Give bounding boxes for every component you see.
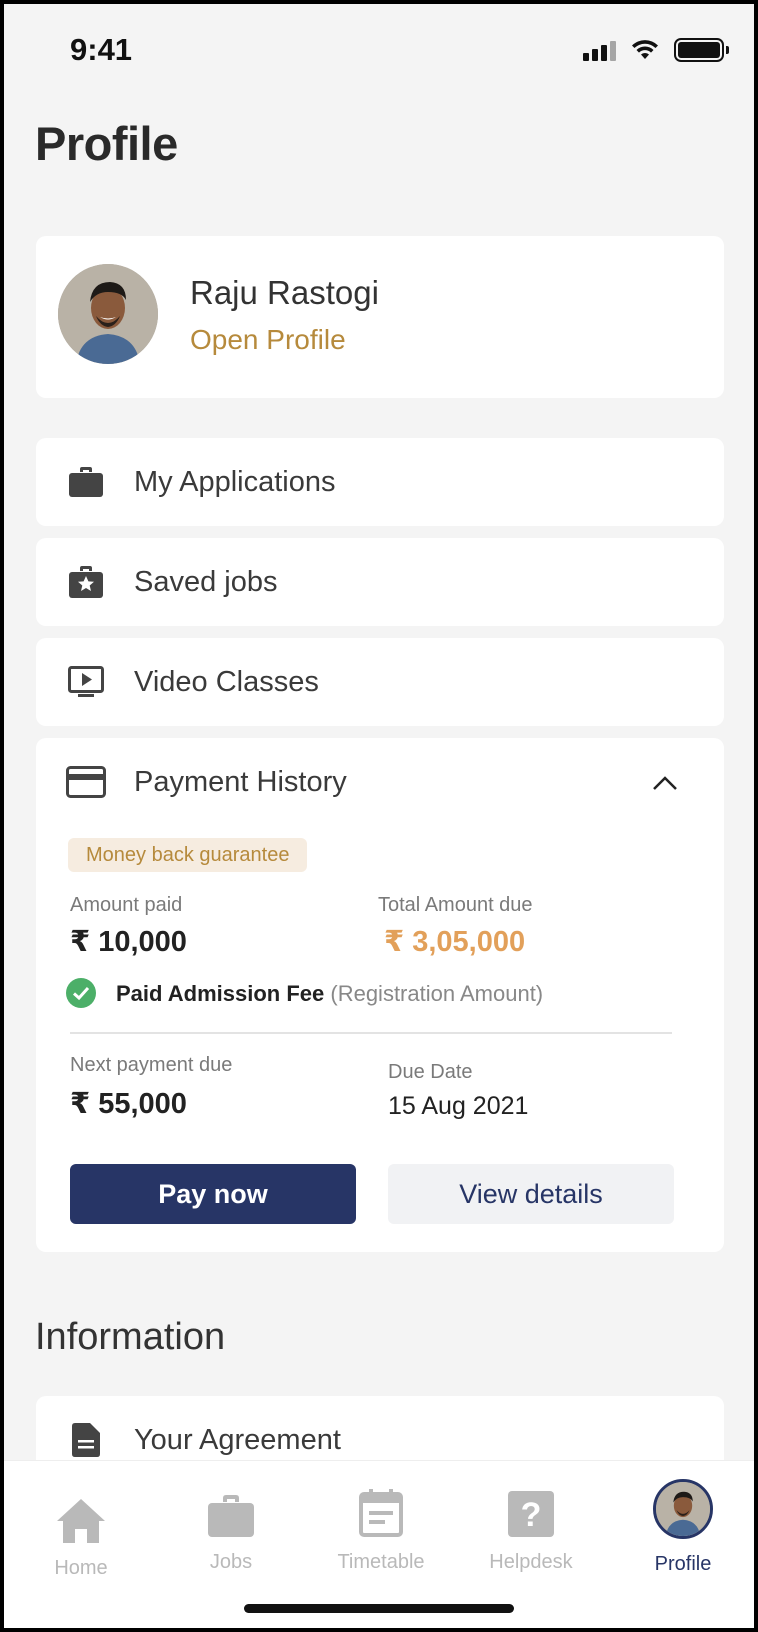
menu-label-applications: My Applications: [134, 465, 336, 498]
menu-label-agreement: Your Agreement: [134, 1423, 341, 1456]
menu-label-payment-history: Payment History: [134, 765, 347, 798]
information-title: Information: [35, 1316, 226, 1358]
tab-label-jobs: Jobs: [209, 1551, 253, 1573]
menu-item-saved-jobs[interactable]: Saved jobs: [36, 538, 724, 626]
divider: [70, 1032, 672, 1034]
video-icon: [66, 662, 106, 702]
profile-name: Raju Rastogi: [190, 274, 379, 311]
money-back-badge: Money back guarantee: [68, 838, 308, 872]
due-date-label: Due Date: [388, 1061, 473, 1083]
menu-label-video-classes: Video Classes: [134, 665, 319, 698]
phone-screen: 9:41 Profile Raju Rastogi Open Profile M…: [4, 4, 754, 1628]
chevron-up-icon[interactable]: [650, 768, 680, 798]
payment-history-card: Payment History Money back guarantee Amo…: [36, 738, 724, 1252]
page-title: Profile: [35, 117, 178, 170]
home-icon: [16, 1487, 146, 1543]
tab-avatar: [653, 1479, 713, 1539]
timetable-icon: [316, 1481, 446, 1537]
menu-label-saved-jobs: Saved jobs: [134, 565, 278, 598]
pay-now-button[interactable]: Pay now: [70, 1164, 356, 1224]
paid-fee-sub: (Registration Amount): [330, 981, 544, 1006]
status-icons: [583, 38, 729, 62]
amount-paid-label: Amount paid: [70, 894, 183, 916]
open-profile-link[interactable]: Open Profile: [190, 324, 346, 356]
tab-label-home: Home: [54, 1557, 108, 1579]
tab-label-profile: Profile: [654, 1553, 712, 1575]
avatar: [58, 264, 158, 364]
profile-card[interactable]: Raju Rastogi Open Profile: [36, 236, 724, 398]
paid-fee-line: Paid Admission Fee (Registration Amount): [116, 981, 543, 1007]
tab-label-helpdesk: Helpdesk: [489, 1551, 573, 1573]
next-due-label: Next payment due: [70, 1054, 233, 1076]
tab-label-timetable: Timetable: [337, 1551, 425, 1573]
signal-icon: [583, 39, 616, 61]
briefcase-icon: [66, 462, 106, 502]
payment-history-header[interactable]: Payment History: [36, 738, 724, 826]
tab-jobs[interactable]: Jobs: [166, 1481, 296, 1574]
paid-fee-label: Paid Admission Fee: [116, 981, 325, 1006]
menu-item-my-applications[interactable]: My Applications: [36, 438, 724, 526]
tab-helpdesk[interactable]: ? Helpdesk: [466, 1481, 596, 1574]
wifi-icon: [632, 40, 658, 59]
battery-icon: [674, 38, 729, 62]
due-date-value: 15 Aug 2021: [388, 1092, 529, 1120]
total-due-value: ₹ 3,05,000: [384, 926, 526, 958]
tab-profile[interactable]: Profile: [618, 1479, 748, 1576]
jobs-icon: [166, 1481, 296, 1537]
menu-item-video-classes[interactable]: Video Classes: [36, 638, 724, 726]
tab-timetable[interactable]: Timetable: [316, 1481, 446, 1574]
next-due-value: ₹ 55,000: [70, 1088, 187, 1120]
status-time: 9:41: [70, 32, 133, 67]
view-details-button[interactable]: View details: [388, 1164, 674, 1224]
amount-paid-value: ₹ 10,000: [70, 926, 187, 958]
svg-text:?: ?: [521, 1496, 542, 1534]
bottom-tab-bar: Home Jobs Timetable ? Helpdesk Profile: [4, 1460, 754, 1628]
saved-jobs-icon: [66, 562, 106, 602]
home-indicator: [244, 1604, 514, 1613]
tab-home[interactable]: Home: [16, 1487, 146, 1580]
credit-card-icon: [66, 762, 106, 802]
helpdesk-icon: ?: [466, 1481, 596, 1537]
document-icon: [66, 1420, 106, 1460]
total-due-label: Total Amount due: [378, 894, 533, 916]
check-circle-icon: [66, 978, 96, 1008]
